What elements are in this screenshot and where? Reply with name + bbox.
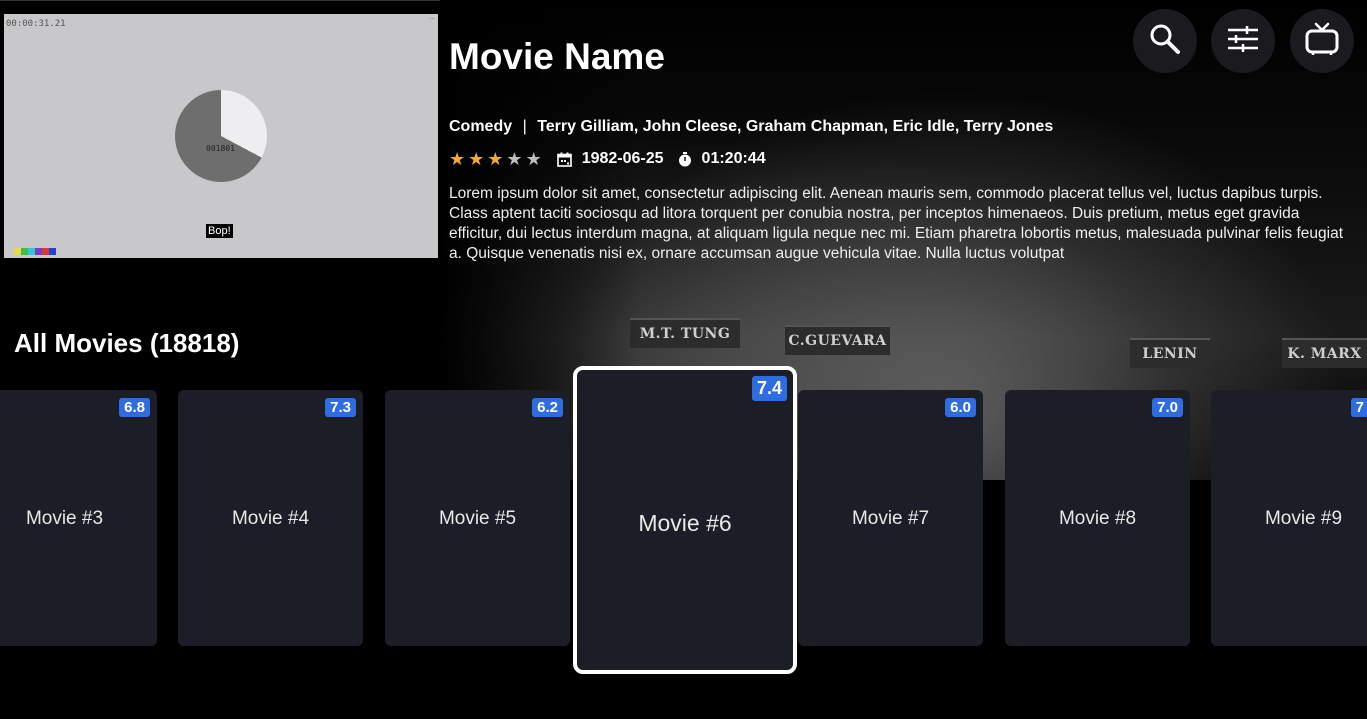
rating-badge: 6.2 [532, 398, 563, 417]
star-empty-icon: ★ [506, 149, 523, 169]
meta-separator: | [522, 118, 527, 135]
preview-color-bars [14, 248, 56, 255]
star-empty-icon: ★ [525, 149, 542, 169]
rating-badge: 7.3 [325, 398, 356, 417]
color-bar [14, 248, 21, 255]
movie-card-label: Movie #7 [851, 508, 930, 529]
movie-card[interactable]: 6.2 Movie #5 [385, 390, 570, 646]
movie-card-label: Movie #4 [231, 508, 310, 529]
rating-badge: 6.8 [119, 398, 150, 417]
backdrop-plate: C.GUEVARA [785, 325, 890, 355]
backdrop-plate: LENIN [1130, 338, 1210, 368]
preview-pie-graphic [175, 90, 267, 182]
tv-icon [1305, 22, 1339, 61]
preview-bop-label: Bop! [206, 224, 233, 238]
rating-badge: 7.4 [751, 376, 787, 401]
rating-badge: 7 [1350, 398, 1367, 417]
rating-badge: 7.0 [1152, 398, 1183, 417]
release-date: 1982-06-25 [581, 150, 664, 167]
filter-button[interactable] [1211, 9, 1275, 73]
star-filled-icon: ★ [468, 149, 485, 169]
color-bar [49, 248, 56, 255]
movie-card-label: Movie #6 [638, 510, 732, 536]
movie-card-focused[interactable]: 7.4 Movie #6 [573, 366, 797, 674]
movie-card-label: Movie #3 [25, 508, 104, 529]
duration: 01:20:44 [701, 150, 766, 167]
filter-sliders-icon [1227, 25, 1259, 58]
live-tv-button[interactable] [1290, 9, 1354, 73]
rating-badge: 6.0 [945, 398, 976, 417]
calendar-icon [556, 152, 572, 167]
movie-card-label: Movie #8 [1058, 508, 1137, 529]
movie-card[interactable]: 7.0 Movie #8 [1005, 390, 1190, 646]
movie-genre: Comedy [449, 118, 513, 135]
stopwatch-icon [678, 151, 692, 167]
color-bar [42, 248, 49, 255]
section-title: All Movies (18818) [14, 328, 240, 358]
star-filled-icon: ★ [449, 149, 466, 169]
movie-card-label: Movie #9 [1264, 508, 1343, 529]
movie-card[interactable]: 6.8 Movie #3 [0, 390, 157, 646]
search-icon [1148, 22, 1182, 61]
star-filled-icon: ★ [487, 149, 504, 169]
movie-card[interactable]: 6.0 Movie #7 [798, 390, 983, 646]
movie-details: ★ ★ ★ ★ ★ 1982-06-25 01:20:44 [449, 150, 766, 168]
color-bar [21, 248, 28, 255]
backdrop-plate: K. MARX [1282, 338, 1367, 368]
movie-meta: Comedy | Terry Gilliam, John Cleese, Gra… [449, 118, 1053, 136]
search-button[interactable] [1133, 9, 1197, 73]
preview-timecode: 00:00:31.21 [6, 19, 66, 29]
color-bar [28, 248, 35, 255]
movie-description: Lorem ipsum dolor sit amet, consectetur … [449, 185, 1344, 262]
movie-card[interactable]: 7 Movie #9 [1211, 390, 1367, 646]
movie-card-label: Movie #5 [438, 508, 517, 529]
backdrop-plate: M.T. TUNG [630, 318, 740, 348]
preview-counter: 001801 [206, 144, 235, 153]
preview-corner-mark: ... [429, 14, 435, 21]
color-bar [35, 248, 42, 255]
movie-card[interactable]: 7.3 Movie #4 [178, 390, 363, 646]
movie-title: Movie Name [449, 36, 665, 77]
movie-cast: Terry Gilliam, John Cleese, Graham Chapm… [537, 118, 1054, 135]
video-preview[interactable]: 00:00:31.21 ... 001801 Bop! [4, 14, 438, 258]
